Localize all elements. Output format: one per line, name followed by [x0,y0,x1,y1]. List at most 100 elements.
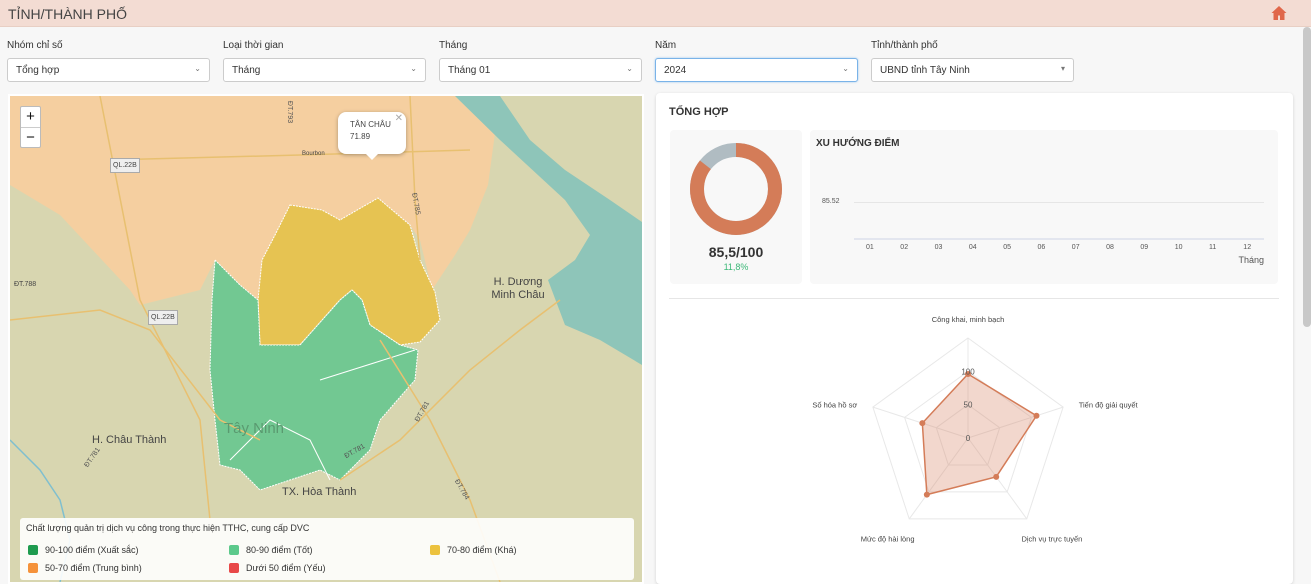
legend-title: Chất lượng quản trị dịch vụ công trong t… [26,523,310,533]
home-icon[interactable] [1271,5,1287,21]
radar-point [1033,412,1040,419]
chevron-down-icon: ⌄ [842,64,849,73]
legend-swatch [28,563,38,573]
radar-axis-label: Tiến độ giải quyết [1079,401,1139,410]
thang-select[interactable]: Tháng 01 ⌄ [439,58,642,82]
radar-tick: 0 [966,434,971,443]
divider [669,298,1279,299]
radar-axis-label: Công khai, minh bạch [932,315,1005,324]
legend-label: Dưới 50 điểm (Yếu) [246,563,326,573]
gridline [854,202,1264,203]
radar-tick: 50 [964,401,973,410]
score-donut [690,143,782,235]
legend-item: 80-90 điểm (Tốt) [229,545,313,555]
road-label-dt788: ĐT.788 [14,281,37,288]
x-axis [854,238,1264,240]
legend-swatch [229,563,239,573]
select-value: Tháng [232,65,261,76]
filter-label: Tháng [439,40,468,51]
select-value: Tổng hợp [16,65,60,76]
radar-chart: 0 50 100 Công khai, minh bạch Tiến độ giải q… [812,315,1139,543]
legend-label: 70-80 điểm (Khá) [447,545,517,555]
x-tick: 08 [1106,244,1114,251]
trend-title: XU HƯỚNG ĐIỂM [816,138,900,149]
legend-item: 90-100 điểm (Xuất sắc) [28,545,139,555]
filter-label: Năm [655,40,677,51]
x-tick: 05 [1003,244,1011,251]
x-tick: 04 [968,244,977,251]
select-value: Tháng 01 [448,65,491,76]
map-popup: ✕ TÂN CHÂU 71.89 [338,112,406,160]
road-label-dt793: ĐT.793 [286,100,294,124]
radar-point [993,473,1000,480]
chevron-down-icon: ⌄ [626,64,633,73]
map-canvas[interactable] [10,96,642,582]
trend-x-label: Tháng [1238,255,1264,265]
score-value: 85,5/100 [708,244,764,260]
place-label-tay-ninh: Tây Ninh [224,420,285,437]
road-label-ql22b-2: QL.22B [148,310,178,325]
filter-nhom-chi-so: Nhóm chỉ số Tổng hợp ⌄ [7,40,210,82]
filter-label: Loại thời gian [223,40,284,51]
loai-thoi-gian-select[interactable]: Tháng ⌄ [223,58,426,82]
filter-thang: Tháng Tháng 01 ⌄ [439,40,642,82]
legend-swatch [430,545,440,555]
summary-card: TỔNG HỢP 85,5/100 11,8% XU HƯỚNG ĐIỂM 85… [656,93,1293,584]
x-tick: 07 [1071,244,1080,251]
chevron-down-icon: ⌄ [410,64,417,73]
legend-item: 70-80 điểm (Khá) [430,545,517,555]
legend-label: 90-100 điểm (Xuất sắc) [45,545,139,555]
zoom-control: + − [20,106,41,148]
trend-box: XU HƯỚNG ĐIỂM 85.52 01 02 03 04 05 06 07 08 09 10… [810,130,1278,284]
legend-label: 80-90 điểm (Tốt) [246,545,313,555]
popup-value: 71.89 [350,132,371,141]
radar-point [923,491,930,498]
legend-item: Dưới 50 điểm (Yếu) [229,563,325,573]
radar-axis-label: Dịch vụ trực tuyến [1021,534,1082,543]
nam-select[interactable]: 2024 ⌄ [655,58,858,82]
scrollbar[interactable] [1303,27,1311,327]
page-title: TỈNH/THÀNH PHỐ [8,6,127,22]
x-tick: 12 [1243,244,1252,251]
map-legend: Chất lượng quản trị dịch vụ công trong t… [20,518,634,580]
place-label-duong-minh-chau: H. Dương Minh Châu [491,276,545,301]
close-icon[interactable]: ✕ [395,113,403,124]
radar-axis-label: Số hóa hồ sơ [812,401,857,410]
legend-swatch [28,545,38,555]
x-tick: 10 [1174,244,1183,251]
x-tick: 02 [900,244,909,251]
radar-axis-label: Mức độ hài lòng [861,534,915,543]
chevron-down-icon: ⌄ [194,64,201,73]
filter-tinh-thanh-pho: Tỉnh/thành phố UBND tỉnh Tây Ninh ▾ [871,40,1074,82]
score-change: 11,8% [723,262,749,272]
zoom-out-button[interactable]: − [21,127,40,147]
summary-title: TỔNG HỢP [669,106,729,118]
legend-swatch [229,545,239,555]
radar-point [919,420,926,427]
chevron-down-icon: ▾ [1060,64,1065,73]
score-box: 85,5/100 11,8% [670,130,802,284]
filter-label: Nhóm chỉ số [7,40,63,51]
trend-y-tick: 85.52 [822,198,840,205]
filter-loai-thoi-gian: Loại thời gian Tháng ⌄ [223,40,426,82]
map[interactable]: + − QL.22B QL.22B ĐT.788 ĐT.793 ĐT.785 Đ… [8,94,644,584]
x-tick: 11 [1209,244,1217,251]
select-value: UBND tỉnh Tây Ninh [880,65,970,76]
tinh-thanh-pho-select[interactable]: UBND tỉnh Tây Ninh ▾ [871,58,1074,82]
legend-item: 50-70 điểm (Trung bình) [28,563,142,573]
place-label-hoa-thanh: TX. Hòa Thành [282,486,357,498]
zoom-in-button[interactable]: + [21,107,40,127]
legend-label: 50-70 điểm (Trung bình) [45,563,142,573]
place-label-bourbon: Bourbon [302,151,325,157]
road-label-ql22b: QL.22B [110,158,140,173]
popup-name: TÂN CHÂU [350,120,391,129]
nhom-chi-so-select[interactable]: Tổng hợp ⌄ [7,58,210,82]
x-tick: 03 [934,244,943,251]
filter-label: Tỉnh/thành phố [871,40,938,51]
page-header: TỈNH/THÀNH PHỐ [0,0,1311,27]
filter-nam: Năm 2024 ⌄ [655,40,858,82]
select-value: 2024 [664,65,687,76]
x-tick: 01 [866,244,874,251]
place-label-chau-thanh: H. Châu Thành [92,434,167,446]
x-tick: 09 [1140,244,1149,251]
